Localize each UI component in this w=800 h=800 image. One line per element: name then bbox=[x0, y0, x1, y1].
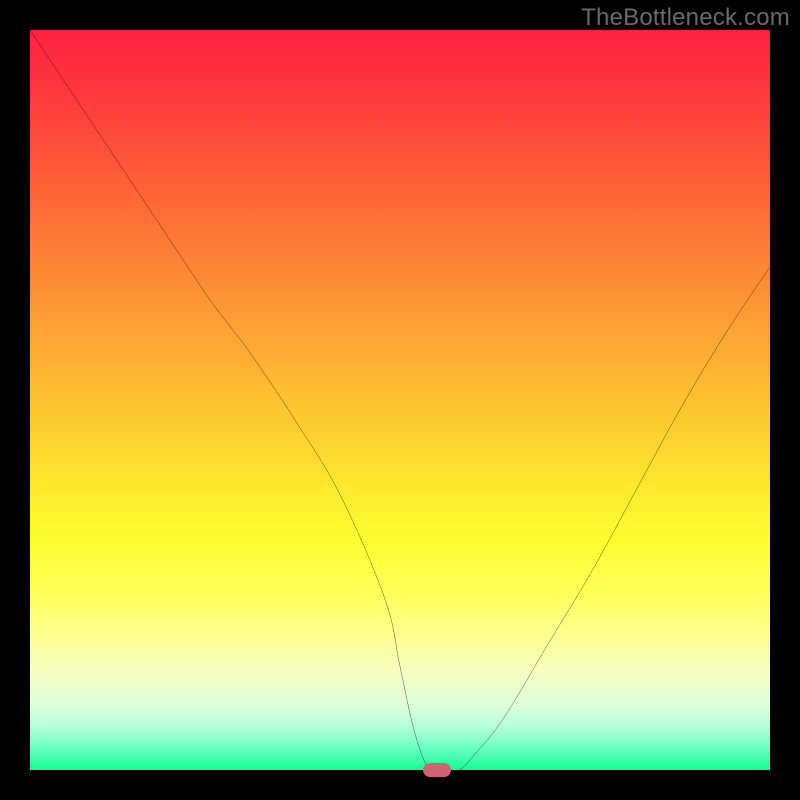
plot-area bbox=[30, 30, 770, 770]
bottleneck-curve-path bbox=[30, 30, 770, 770]
curve-svg bbox=[30, 30, 770, 770]
watermark-text: TheBottleneck.com bbox=[581, 4, 790, 32]
optimum-marker bbox=[423, 763, 451, 777]
chart-frame: TheBottleneck.com bbox=[0, 0, 800, 800]
